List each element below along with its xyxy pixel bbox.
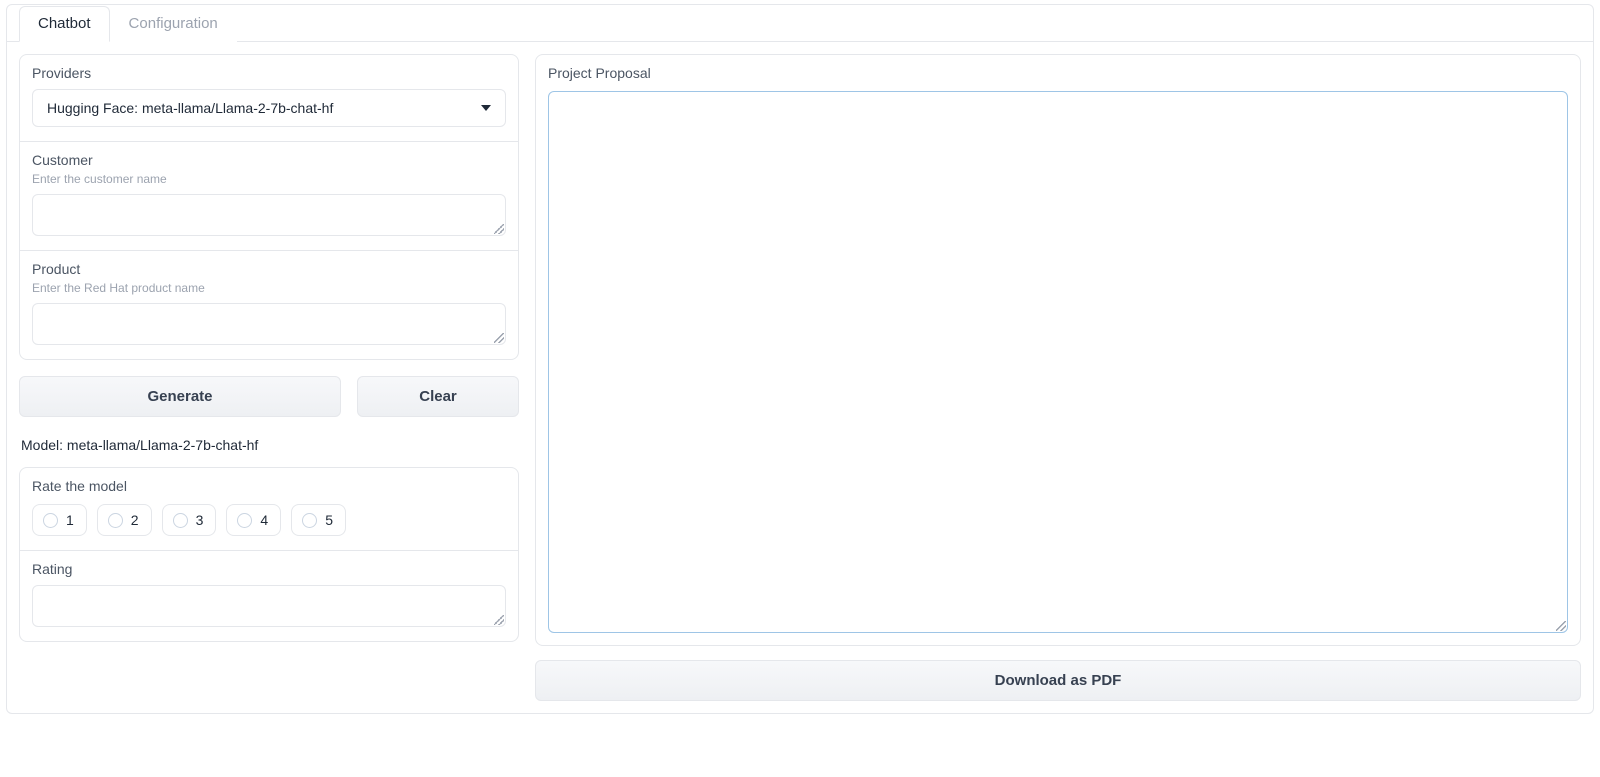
input-panel: Providers Hugging Face: meta-llama/Llama… <box>19 54 519 360</box>
customer-label: Customer <box>32 152 506 168</box>
rating-label: Rating <box>32 561 506 577</box>
rating-input[interactable] <box>32 585 506 627</box>
radio-icon <box>237 513 252 528</box>
rate-option-4[interactable]: 4 <box>226 504 281 536</box>
rate-option-5[interactable]: 5 <box>291 504 346 536</box>
radio-icon <box>43 513 58 528</box>
providers-label: Providers <box>32 65 506 81</box>
tab-configuration[interactable]: Configuration <box>110 6 237 42</box>
providers-dropdown[interactable]: Hugging Face: meta-llama/Llama-2-7b-chat… <box>32 89 506 127</box>
rate-label: Rate the model <box>32 478 506 494</box>
customer-input[interactable] <box>32 194 506 236</box>
rate-option-2[interactable]: 2 <box>97 504 152 536</box>
download-pdf-button[interactable]: Download as PDF <box>535 660 1581 701</box>
radio-icon <box>302 513 317 528</box>
rate-option-label: 2 <box>131 512 139 528</box>
model-line: Model: meta-llama/Llama-2-7b-chat-hf <box>21 437 519 453</box>
radio-icon <box>108 513 123 528</box>
rate-option-label: 1 <box>66 512 74 528</box>
product-label: Product <box>32 261 506 277</box>
rate-option-label: 4 <box>260 512 268 528</box>
proposal-panel: Project Proposal <box>535 54 1581 646</box>
rate-option-label: 5 <box>325 512 333 528</box>
rate-option-label: 3 <box>196 512 204 528</box>
proposal-label: Project Proposal <box>548 65 1568 81</box>
generate-button[interactable]: Generate <box>19 376 341 417</box>
chevron-down-icon <box>481 105 491 111</box>
rate-option-3[interactable]: 3 <box>162 504 217 536</box>
tab-chatbot[interactable]: Chatbot <box>19 6 110 42</box>
radio-icon <box>173 513 188 528</box>
tab-bar: Chatbot Configuration <box>7 5 1593 42</box>
clear-button[interactable]: Clear <box>357 376 519 417</box>
product-help: Enter the Red Hat product name <box>32 281 506 295</box>
rating-panel: Rate the model 1 2 3 <box>19 467 519 642</box>
app-container: Chatbot Configuration Providers Hugging … <box>6 4 1594 714</box>
product-input[interactable] <box>32 303 506 345</box>
providers-selected: Hugging Face: meta-llama/Llama-2-7b-chat… <box>47 100 333 116</box>
proposal-textarea[interactable] <box>548 91 1568 633</box>
rate-option-1[interactable]: 1 <box>32 504 87 536</box>
customer-help: Enter the customer name <box>32 172 506 186</box>
